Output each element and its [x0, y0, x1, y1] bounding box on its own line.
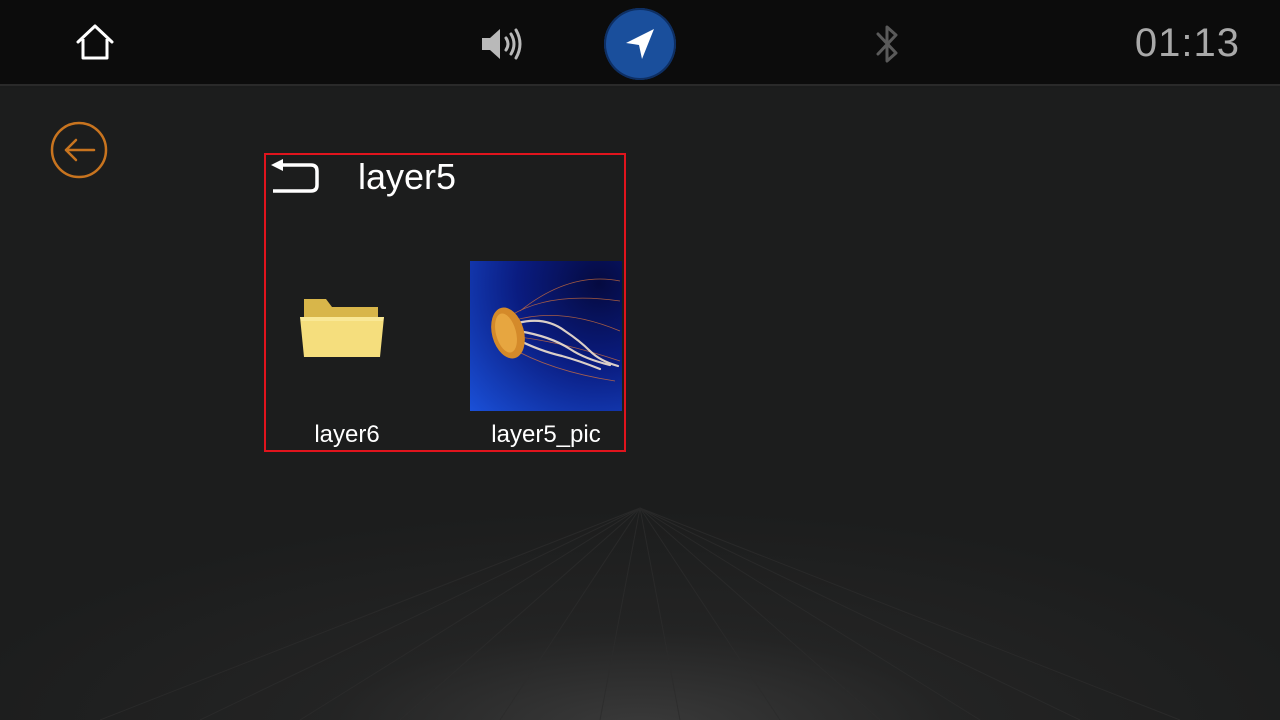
clock: 01:13 [1134, 21, 1240, 65]
return-icon[interactable] [269, 159, 321, 193]
folder-icon [300, 299, 384, 357]
folder-title: layer5 [358, 156, 457, 197]
volume-icon[interactable] [478, 24, 526, 64]
file-browser-panel: layer5 layer6 layer5_pic [264, 153, 626, 452]
item-label: layer6 [314, 421, 380, 448]
floor-lines-decoration [99, 507, 1181, 720]
image-item-layer5-pic[interactable]: layer5_pic [470, 259, 622, 449]
navigation-button[interactable] [604, 8, 676, 80]
bluetooth-icon[interactable] [872, 22, 902, 66]
content-area [0, 88, 1280, 720]
item-label: layer5_pic [491, 421, 601, 448]
jellyfish-thumbnail [470, 261, 622, 411]
back-arrow-icon [50, 121, 108, 179]
folder-item-layer6[interactable]: layer6 [270, 259, 422, 449]
home-icon[interactable] [72, 20, 118, 66]
back-button[interactable] [50, 121, 108, 179]
status-bar: 01:13 [0, 0, 1280, 86]
navigation-arrow-icon [626, 29, 654, 59]
